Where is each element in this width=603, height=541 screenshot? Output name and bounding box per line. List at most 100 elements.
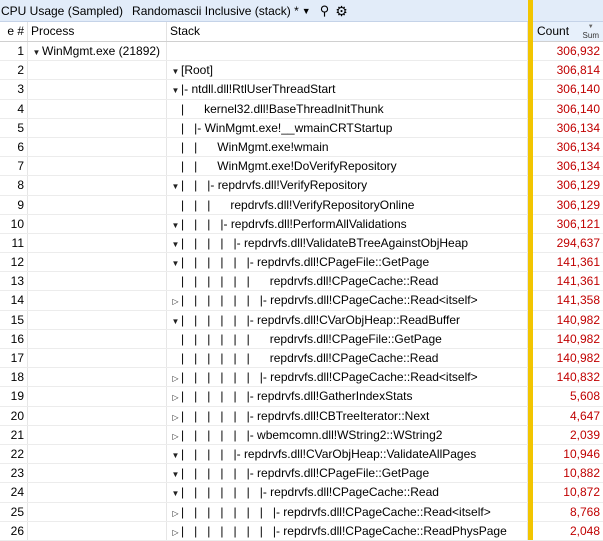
- expand-toggle-icon[interactable]: ▼: [170, 447, 181, 463]
- column-header-process[interactable]: Process: [28, 22, 167, 41]
- column-header-count[interactable]: Count ▼ Sum: [533, 22, 603, 41]
- process-cell[interactable]: [28, 99, 167, 118]
- stack-cell[interactable]: ▼ | | | | | | |- repdrvfs.dll!CPageCache:…: [167, 483, 528, 502]
- gear-icon[interactable]: ⚙: [335, 4, 348, 18]
- table-row[interactable]: 10 ▼ | | | |- repdrvfs.dll!PerformAllValid…: [0, 214, 603, 234]
- process-cell[interactable]: [28, 214, 167, 233]
- process-cell[interactable]: [28, 329, 167, 348]
- table-row[interactable]: 5 | |- WinMgmt.exe!__wmainCRTStartup 306,1…: [0, 118, 603, 138]
- process-cell[interactable]: [28, 406, 167, 425]
- expand-toggle-icon[interactable]: ▼: [170, 63, 181, 79]
- stack-cell[interactable]: ▷ | | | | | | | |- repdrvfs.dll!CPageCach…: [167, 521, 528, 540]
- table-row[interactable]: 19 ▷ | | | | | |- repdrvfs.dll!GatherIndex…: [0, 387, 603, 407]
- expand-toggle-icon[interactable]: ▼: [170, 466, 181, 482]
- expand-toggle-icon[interactable]: ▼: [170, 313, 181, 329]
- expand-toggle-icon[interactable]: ▷: [170, 524, 181, 540]
- stack-cell[interactable]: ▼ | | | | | |- repdrvfs.dll!CPageFile::Ge…: [167, 253, 528, 272]
- table-row[interactable]: 6 | | WinMgmt.exe!wmain 306,134: [0, 137, 603, 158]
- process-cell[interactable]: [28, 253, 167, 272]
- stack-cell[interactable]: ▷ | | | | | |- repdrvfs.dll!CBTreeIterato…: [167, 406, 528, 425]
- expand-toggle-icon[interactable]: ▷: [170, 505, 181, 521]
- process-cell[interactable]: [28, 80, 167, 99]
- process-cell[interactable]: [28, 291, 167, 310]
- table-row[interactable]: 4 | kernel32.dll!BaseThreadInitThunk 306,1…: [0, 99, 603, 119]
- process-cell[interactable]: [28, 118, 167, 137]
- process-cell[interactable]: [28, 502, 167, 521]
- table-row[interactable]: 11 ▼ | | | | |- repdrvfs.dll!ValidateBTree…: [0, 233, 603, 254]
- search-icon[interactable]: ⚲: [320, 4, 330, 17]
- stack-cell[interactable]: ▷ | | | | | | |- repdrvfs.dll!CPageCache:…: [167, 368, 528, 387]
- stack-cell[interactable]: ▷ | | | | | |- wbemcomn.dll!WString2::WSt…: [167, 425, 528, 444]
- process-cell[interactable]: [28, 233, 167, 253]
- stack-cell[interactable]: ▼ |- ntdll.dll!RtlUserThreadStart: [167, 80, 528, 99]
- stack-cell[interactable]: ▷ | | | | | | | |- repdrvfs.dll!CPageCach…: [167, 502, 528, 521]
- stack-cell[interactable]: ▼ | | |- repdrvfs.dll!VerifyRepository: [167, 176, 528, 195]
- expand-toggle-icon[interactable]: ▼: [170, 217, 181, 233]
- table-row[interactable]: 8 ▼ | | |- repdrvfs.dll!VerifyRepository 30…: [0, 176, 603, 196]
- process-cell[interactable]: [28, 157, 167, 176]
- stack-cell[interactable]: | | | | | | repdrvfs.dll!CPageCache::Rea…: [167, 272, 528, 291]
- expand-toggle-icon[interactable]: ▷: [170, 370, 181, 386]
- preset-dropdown[interactable]: Randomascii Inclusive (stack) * ▼: [132, 4, 311, 18]
- table-row[interactable]: 13 | | | | | | repdrvfs.dll!CPageCache::R…: [0, 272, 603, 292]
- process-cell[interactable]: [28, 521, 167, 540]
- process-cell[interactable]: ▼ WinMgmt.exe (21892): [28, 42, 167, 61]
- expand-toggle-icon[interactable]: ▼: [170, 236, 181, 252]
- table-row[interactable]: 17 | | | | | | repdrvfs.dll!CPageCache::R…: [0, 349, 603, 369]
- process-cell[interactable]: [28, 387, 167, 406]
- expand-toggle-icon[interactable]: ▷: [170, 428, 181, 444]
- table-row[interactable]: 15 ▼ | | | | | |- repdrvfs.dll!CVarObjHeap…: [0, 310, 603, 330]
- process-cell[interactable]: [28, 464, 167, 483]
- expand-toggle-icon[interactable]: ▷: [170, 293, 181, 309]
- table-row[interactable]: 20 ▷ | | | | | |- repdrvfs.dll!CBTreeItera…: [0, 406, 603, 426]
- table-row[interactable]: 26 ▷ | | | | | | | |- repdrvfs.dll!CPageCa…: [0, 521, 603, 541]
- table-row[interactable]: 18 ▷ | | | | | | |- repdrvfs.dll!CPageCach…: [0, 368, 603, 388]
- process-cell[interactable]: [28, 272, 167, 291]
- expand-toggle-icon[interactable]: ▼: [170, 82, 181, 98]
- column-header-line-number[interactable]: e #: [0, 22, 28, 41]
- stack-cell[interactable]: | | | | | | repdrvfs.dll!CPageFile::GetP…: [167, 329, 528, 348]
- expand-toggle-icon[interactable]: ▷: [170, 409, 181, 425]
- stack-cell[interactable]: ▼ [Root]: [167, 61, 528, 80]
- expand-toggle-icon[interactable]: ▼: [170, 178, 181, 194]
- stack-cell[interactable]: ▼ | | | | |- repdrvfs.dll!CVarObjHeap::Va…: [167, 444, 528, 464]
- stack-cell[interactable]: | | | repdrvfs.dll!VerifyRepositoryOnlin…: [167, 195, 528, 214]
- table-row[interactable]: 7 | | WinMgmt.exe!DoVerifyRepository 306,1…: [0, 157, 603, 177]
- process-cell[interactable]: [28, 349, 167, 368]
- process-cell[interactable]: [28, 195, 167, 214]
- table-row[interactable]: 3 ▼ |- ntdll.dll!RtlUserThreadStart 306,140: [0, 80, 603, 100]
- expand-toggle-icon[interactable]: ▼: [170, 255, 181, 271]
- stack-cell[interactable]: | kernel32.dll!BaseThreadInitThunk: [167, 99, 528, 118]
- stack-cell[interactable]: | | WinMgmt.exe!DoVerifyRepository: [167, 157, 528, 176]
- process-cell[interactable]: [28, 483, 167, 502]
- table-row[interactable]: 21 ▷ | | | | | |- wbemcomn.dll!WString2::W…: [0, 425, 603, 445]
- stack-cell[interactable]: [167, 42, 528, 61]
- table-row[interactable]: 22 ▼ | | | | |- repdrvfs.dll!CVarObjHeap::…: [0, 444, 603, 465]
- stack-cell[interactable]: ▼ | | | |- repdrvfs.dll!PerformAllValidat…: [167, 214, 528, 233]
- table-row[interactable]: 9 | | | repdrvfs.dll!VerifyRepositoryOnli…: [0, 195, 603, 215]
- table-row[interactable]: 25 ▷ | | | | | | | |- repdrvfs.dll!CPageCa…: [0, 502, 603, 522]
- table-row[interactable]: 23 ▼ | | | | | |- repdrvfs.dll!CPageFile::…: [0, 464, 603, 484]
- column-header-stack[interactable]: Stack: [167, 22, 528, 41]
- process-cell[interactable]: [28, 137, 167, 157]
- expand-toggle-icon[interactable]: ▼: [31, 44, 42, 60]
- process-cell[interactable]: [28, 444, 167, 464]
- column-divider-bar[interactable]: [528, 0, 533, 540]
- table-row[interactable]: 16 | | | | | | repdrvfs.dll!CPageFile::Ge…: [0, 329, 603, 349]
- expand-toggle-icon[interactable]: ▷: [170, 389, 181, 405]
- stack-cell[interactable]: ▼ | | | | |- repdrvfs.dll!ValidateBTreeAg…: [167, 233, 528, 253]
- stack-cell[interactable]: | | | | | | repdrvfs.dll!CPageCache::Rea…: [167, 349, 528, 368]
- stack-cell[interactable]: ▷ | | | | | | |- repdrvfs.dll!CPageCache:…: [167, 291, 528, 310]
- table-row[interactable]: 24 ▼ | | | | | | |- repdrvfs.dll!CPageCach…: [0, 483, 603, 503]
- process-cell[interactable]: [28, 310, 167, 329]
- table-row[interactable]: 2 ▼ [Root] 306,814: [0, 61, 603, 81]
- stack-cell[interactable]: ▼ | | | | | |- repdrvfs.dll!CVarObjHeap::…: [167, 310, 528, 329]
- table-row[interactable]: 1 ▼ WinMgmt.exe (21892) 306,932: [0, 42, 603, 62]
- table-row[interactable]: 14 ▷ | | | | | | |- repdrvfs.dll!CPageCach…: [0, 291, 603, 311]
- expand-toggle-icon[interactable]: ▼: [170, 485, 181, 501]
- stack-cell[interactable]: ▼ | | | | | |- repdrvfs.dll!CPageFile::Ge…: [167, 464, 528, 483]
- process-cell[interactable]: [28, 425, 167, 444]
- stack-cell[interactable]: | | WinMgmt.exe!wmain: [167, 137, 528, 157]
- process-cell[interactable]: [28, 176, 167, 195]
- process-cell[interactable]: [28, 61, 167, 80]
